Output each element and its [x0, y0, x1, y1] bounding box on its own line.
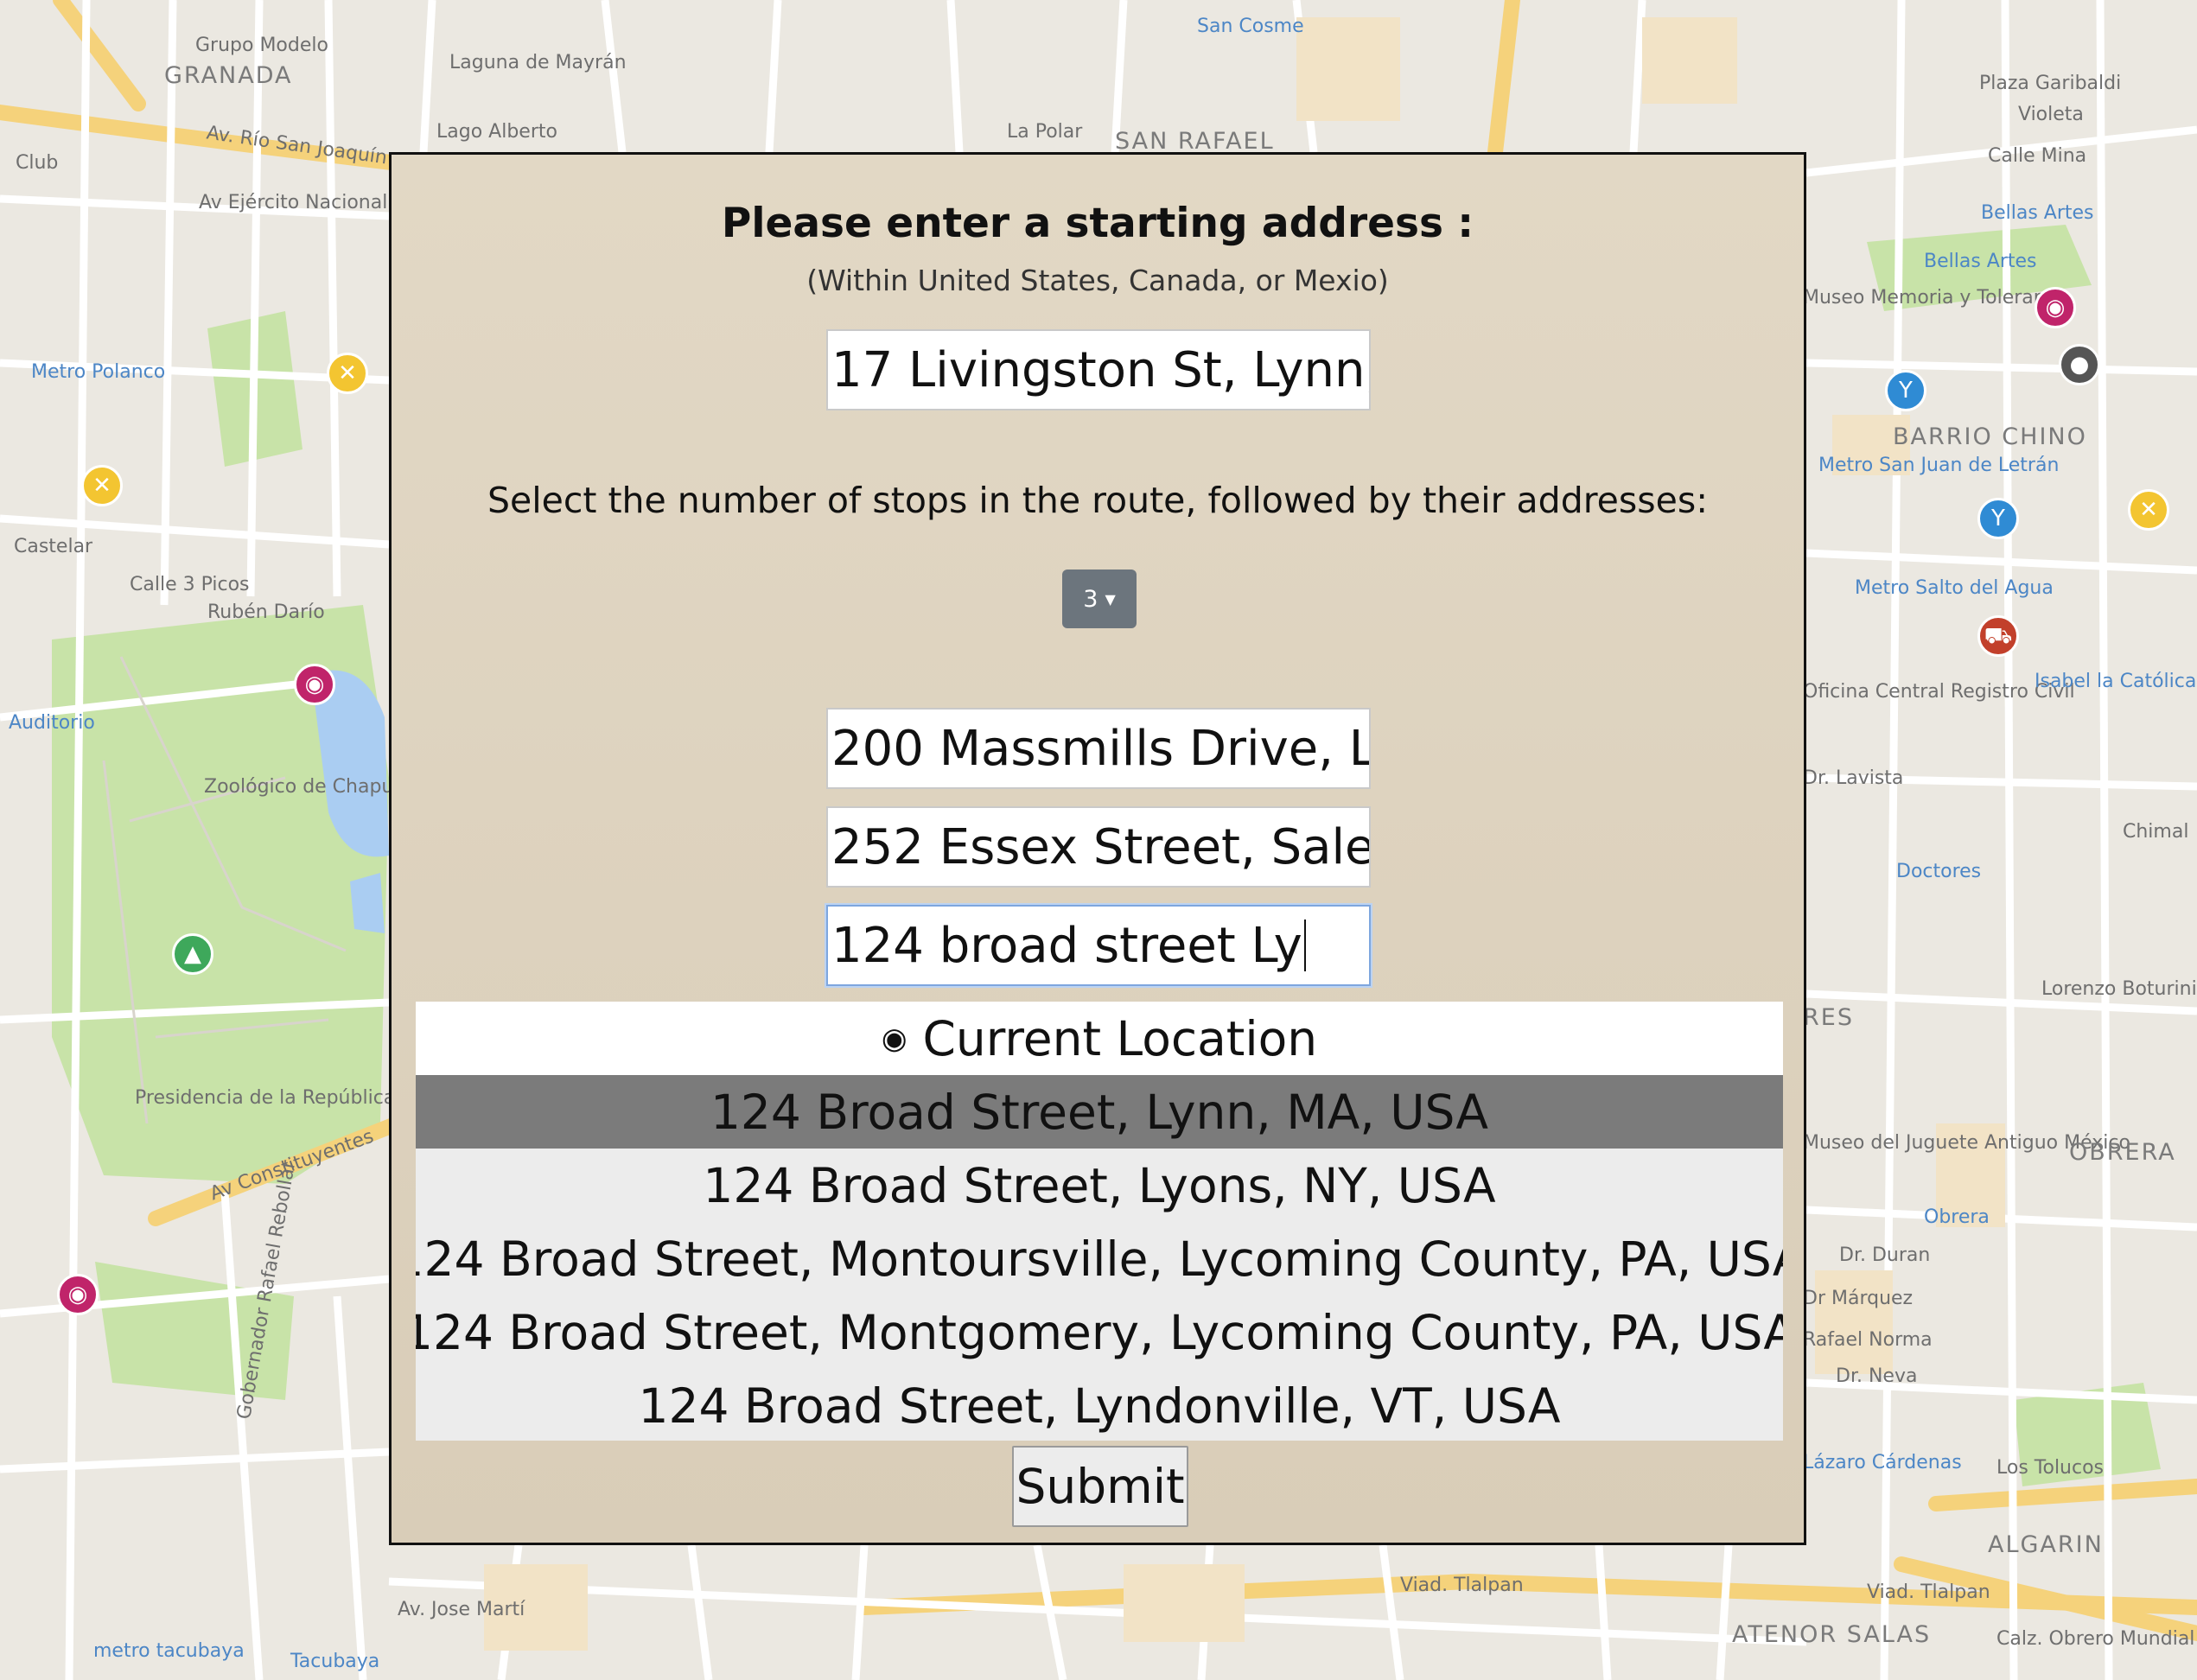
bar-icon[interactable]: Y: [1885, 370, 1926, 411]
starting-address-input[interactable]: 17 Livingston St, Lynn, M: [826, 329, 1371, 410]
map-label: Lázaro Cárdenas: [1803, 1452, 1962, 1473]
map-label: Lorenzo Boturini: [2041, 978, 2197, 1000]
map-label: Grupo Modelo: [195, 35, 328, 56]
stop-address-value: 252 Essex Street, Salem, M: [831, 818, 1369, 875]
map-label: Bellas Artes: [1981, 202, 2094, 224]
map-label: SAN RAFAEL: [1115, 128, 1275, 155]
map-label: Laguna de Mayrán: [449, 52, 627, 73]
binoculars-icon[interactable]: ●: [2059, 344, 2100, 385]
submit-button[interactable]: Submit: [1012, 1446, 1188, 1527]
restaurant-icon[interactable]: ✕: [81, 465, 123, 506]
caret-down-icon: ▼: [1105, 590, 1116, 608]
stop-address-input-3[interactable]: 124 broad street Ly: [826, 905, 1371, 986]
map-label: Plaza Garibaldi: [1979, 73, 2122, 94]
text-cursor: [1303, 920, 1306, 971]
map-label: Club: [16, 152, 59, 174]
route-form-dialog: Please enter a starting address : (Withi…: [389, 152, 1806, 1545]
museum-icon[interactable]: ◉: [294, 664, 335, 705]
map-label: ALGARIN: [1988, 1531, 2104, 1558]
bar-icon[interactable]: Y: [1977, 498, 2019, 539]
autocomplete-option[interactable]: 124 Broad Street, Lynn, MA, USA: [416, 1075, 1783, 1149]
restaurant-icon[interactable]: ✕: [327, 353, 368, 394]
map-label: Metro Salto del Agua: [1855, 577, 2054, 599]
map-label: Calle Mina: [1988, 145, 2087, 167]
map-label: GRANADA: [164, 62, 293, 89]
stop-address-value: 124 broad street Ly: [831, 917, 1302, 974]
map-label: Viad. Tlalpan: [1867, 1581, 1990, 1603]
map-label: Doctores: [1896, 861, 1982, 882]
restaurant-icon[interactable]: ✕: [2128, 489, 2169, 531]
autocomplete-option[interactable]: 124 Broad Street, Lyndonville, VT, USA: [416, 1369, 1783, 1441]
map-label: Dr. Lavista: [1803, 767, 1904, 789]
map-label: metro tacubaya: [93, 1640, 245, 1662]
stop-address-value: 200 Massmills Drive, Low: [831, 720, 1369, 777]
stop-address-input-1[interactable]: 200 Massmills Drive, Low: [826, 708, 1371, 789]
map-label: Lago Alberto: [436, 121, 557, 143]
map-label: Dr. Duran: [1839, 1244, 1931, 1266]
stops-prompt: Select the number of stops in the route,…: [487, 480, 1709, 521]
autocomplete-option[interactable]: 124 Broad Street, Montgomery, Lycoming C…: [416, 1295, 1783, 1369]
form-title: Please enter a starting address :: [721, 200, 1474, 247]
autocomplete-option[interactable]: 124 Broad Street, Montoursville, Lycomin…: [416, 1222, 1783, 1295]
map-label: Dr. Neva: [1836, 1365, 1918, 1387]
map-label: Metro San Juan de Letrán: [1818, 455, 2060, 476]
map-label: Bellas Artes: [1924, 251, 2037, 272]
map-label: Isabel la Católica: [2035, 671, 2197, 692]
autocomplete-option[interactable]: 124 Broad Street, Lyons, NY, USA: [416, 1149, 1783, 1222]
map-label: Calz. Obrero Mundial: [1996, 1628, 2195, 1650]
map-label: Los Tolucos: [1996, 1457, 2105, 1479]
map-label: BARRIO CHINO: [1893, 423, 2087, 450]
map-label: Metro Polanco: [31, 361, 166, 383]
map-label: Castelar: [14, 536, 93, 557]
map-label: Museo Memoria y Tolerancia: [1803, 287, 2073, 309]
shopping-cart-icon[interactable]: ⛟: [1977, 615, 2019, 657]
locate-icon: ◉: [881, 1021, 907, 1056]
map-label: Presidencia de la República: [135, 1087, 396, 1109]
map-label: Rubén Darío: [207, 601, 325, 623]
current-location-label: Current Location: [922, 1010, 1318, 1066]
park-icon[interactable]: ▲: [172, 933, 213, 975]
museum-icon[interactable]: ◉: [57, 1274, 99, 1315]
stops-count-value: 3: [1083, 585, 1098, 613]
map-label: RES: [1803, 1004, 1854, 1031]
museum-icon[interactable]: ◉: [2035, 287, 2076, 328]
starting-address-value: 17 Livingston St, Lynn, M: [831, 341, 1371, 398]
map-label: Tacubaya: [290, 1651, 380, 1672]
map-label: Rafael Norma: [1803, 1329, 1933, 1351]
autocomplete-dropdown: ◉ Current Location 124 Broad Street, Lyn…: [416, 1002, 1783, 1441]
current-location-option[interactable]: ◉ Current Location: [416, 1002, 1783, 1075]
stops-count-dropdown[interactable]: 3 ▼: [1062, 570, 1137, 628]
map-label: Av Ejército Nacional: [199, 192, 388, 213]
map-label: Auditorio: [9, 712, 95, 734]
stop-address-input-2[interactable]: 252 Essex Street, Salem, M: [826, 806, 1371, 888]
map-label: Chimal: [2123, 821, 2189, 843]
map-label: Viad. Tlalpan: [1400, 1575, 1524, 1596]
map-label: San Cosme: [1197, 16, 1304, 37]
map-label: Obrera: [1924, 1206, 1990, 1228]
map-label: Dr Márquez: [1803, 1288, 1914, 1309]
map-label: OBRERA: [2069, 1139, 2176, 1166]
map-label: La Polar: [1007, 121, 1083, 143]
map-label: Calle 3 Picos: [130, 574, 250, 595]
form-subtitle: (Within United States, Canada, or Mexio): [806, 264, 1389, 297]
map-label: Violeta: [2018, 104, 2084, 125]
map-label: ATENOR SALAS: [1732, 1621, 1932, 1648]
map-label: Av. Jose Martí: [398, 1599, 525, 1620]
